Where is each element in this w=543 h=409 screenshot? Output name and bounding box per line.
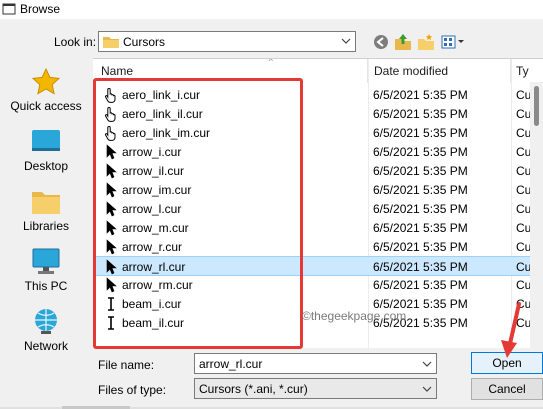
file-name: aero_link_im.cur <box>122 126 211 140</box>
file-row[interactable]: arrow_r.cur 6/5/2021 5:35 PM Cu <box>93 237 543 257</box>
back-icon <box>374 35 388 49</box>
file-date: 6/5/2021 5:35 PM <box>373 260 468 274</box>
arrow-cursor-icon <box>106 182 117 198</box>
file-date: 6/5/2021 5:35 PM <box>373 126 468 140</box>
cancel-button[interactable]: Cancel <box>471 378 543 400</box>
file-date: 6/5/2021 5:35 PM <box>373 278 468 292</box>
file-name-field[interactable]: arrow_rl.cur <box>194 353 437 374</box>
vertical-scrollbar[interactable] <box>530 82 543 348</box>
file-name: aero_link_il.cur <box>122 107 203 121</box>
arrow-cursor-icon <box>106 239 117 255</box>
file-name: arrow_m.cur <box>122 221 189 235</box>
desktop-icon <box>32 130 60 151</box>
file-name: arrow_l.cur <box>122 202 182 216</box>
file-name: aero_link_i.cur <box>122 88 201 102</box>
new-folder-button[interactable] <box>417 33 435 51</box>
back-button[interactable] <box>372 33 390 51</box>
ibeam-cursor-icon <box>108 297 114 311</box>
file-row[interactable]: aero_link_il.cur 6/5/2021 5:35 PM Cu <box>93 104 543 124</box>
arrow-cursor-icon <box>106 144 117 160</box>
file-row[interactable]: arrow_im.cur 6/5/2021 5:35 PM Cu <box>93 180 543 200</box>
place-libraries[interactable]: Libraries <box>0 187 92 233</box>
hand-cursor-icon <box>104 106 116 122</box>
file-name: arrow_i.cur <box>122 145 182 159</box>
places-bar: Quick access Desktop Libraries This PC N… <box>0 53 92 353</box>
computer-icon <box>32 248 60 274</box>
title-bar: Browse <box>0 0 543 19</box>
arrow-cursor-icon <box>106 259 117 275</box>
files-of-type-dropdown[interactable]: Cursors (*.ani, *.cur) <box>194 378 437 399</box>
folder-icon <box>103 36 119 48</box>
file-date: 6/5/2021 5:35 PM <box>373 221 468 235</box>
scrollbar-thumb[interactable] <box>534 86 539 126</box>
file-name: arrow_rm.cur <box>122 278 193 292</box>
chevron-down-icon <box>422 361 432 367</box>
browse-dialog: Look in: Cursors Quick access Desktop Li… <box>0 19 543 409</box>
column-header-name[interactable]: ^ Name <box>93 59 368 83</box>
file-row[interactable]: arrow_i.cur 6/5/2021 5:35 PM Cu <box>93 142 543 162</box>
red-arrow-annotation <box>501 302 521 358</box>
look-in-dropdown[interactable]: Cursors <box>98 31 356 52</box>
file-row[interactable]: arrow_m.cur 6/5/2021 5:35 PM Cu <box>93 218 543 238</box>
place-desktop[interactable]: Desktop <box>0 127 92 173</box>
arrow-cursor-icon <box>106 201 117 217</box>
place-quick-access[interactable]: Quick access <box>0 67 92 113</box>
look-in-label: Look in: <box>54 35 97 49</box>
column-header-date[interactable]: Date modified <box>368 59 511 83</box>
view-menu-button[interactable] <box>441 33 467 51</box>
up-one-level-button[interactable] <box>394 33 412 51</box>
file-row[interactable]: aero_link_i.cur 6/5/2021 5:35 PM Cu <box>93 85 543 105</box>
place-network[interactable]: Network <box>0 307 92 353</box>
file-name: beam_i.cur <box>122 297 182 311</box>
file-date: 6/5/2021 5:35 PM <box>373 107 468 121</box>
hand-cursor-icon <box>104 125 116 141</box>
file-date: 6/5/2021 5:35 PM <box>373 164 468 178</box>
file-name-value: arrow_rl.cur <box>199 357 263 371</box>
ibeam-cursor-icon <box>108 316 114 330</box>
file-date: 6/5/2021 5:35 PM <box>373 202 468 216</box>
arrow-cursor-icon <box>106 163 117 179</box>
file-name-label: File name: <box>98 358 155 372</box>
file-row[interactable]: arrow_rl.cur 6/5/2021 5:35 PM Cu <box>93 256 543 276</box>
file-date: 6/5/2021 5:35 PM <box>373 240 468 254</box>
new-folder-icon <box>418 34 434 50</box>
star-icon <box>31 67 61 95</box>
file-row[interactable]: aero_link_im.cur 6/5/2021 5:35 PM Cu <box>93 123 543 143</box>
arrow-cursor-icon <box>106 220 117 236</box>
view-menu-icon <box>441 35 464 49</box>
hand-cursor-icon <box>104 87 116 103</box>
sort-arrow-icon: ^ <box>269 58 273 66</box>
chevron-down-icon <box>341 38 351 44</box>
file-name: arrow_il.cur <box>122 164 185 178</box>
file-name: beam_il.cur <box>122 316 185 330</box>
file-date: 6/5/2021 5:35 PM <box>373 88 468 102</box>
files-of-type-label: Files of type: <box>98 383 167 397</box>
file-date: 6/5/2021 5:35 PM <box>373 183 468 197</box>
files-of-type-value: Cursors (*.ani, *.cur) <box>199 382 308 396</box>
place-this-pc[interactable]: This PC <box>0 247 92 293</box>
file-name: arrow_im.cur <box>122 183 192 197</box>
file-row[interactable]: arrow_l.cur 6/5/2021 5:35 PM Cu <box>93 199 543 219</box>
arrow-cursor-icon <box>106 277 117 293</box>
network-icon <box>35 309 57 334</box>
window-title: Browse <box>20 2 61 16</box>
up-folder-icon <box>395 34 411 50</box>
libraries-icon <box>32 192 60 214</box>
file-name: arrow_rl.cur <box>122 260 186 274</box>
look-in-value: Cursors <box>123 34 166 49</box>
file-date: 6/5/2021 5:35 PM <box>373 145 468 159</box>
file-row[interactable]: arrow_il.cur 6/5/2021 5:35 PM Cu <box>93 161 543 181</box>
file-name: arrow_r.cur <box>122 240 183 254</box>
column-header-type[interactable]: Ty <box>511 59 543 83</box>
file-list[interactable]: ^ Name Date modified Ty aero_link_i.cur 6… <box>93 58 543 348</box>
file-row[interactable]: arrow_rm.cur 6/5/2021 5:35 PM Cu <box>93 275 543 295</box>
app-icon <box>2 3 16 15</box>
watermark: ©thegeekpage.com <box>302 309 407 323</box>
chevron-down-icon <box>422 386 432 392</box>
